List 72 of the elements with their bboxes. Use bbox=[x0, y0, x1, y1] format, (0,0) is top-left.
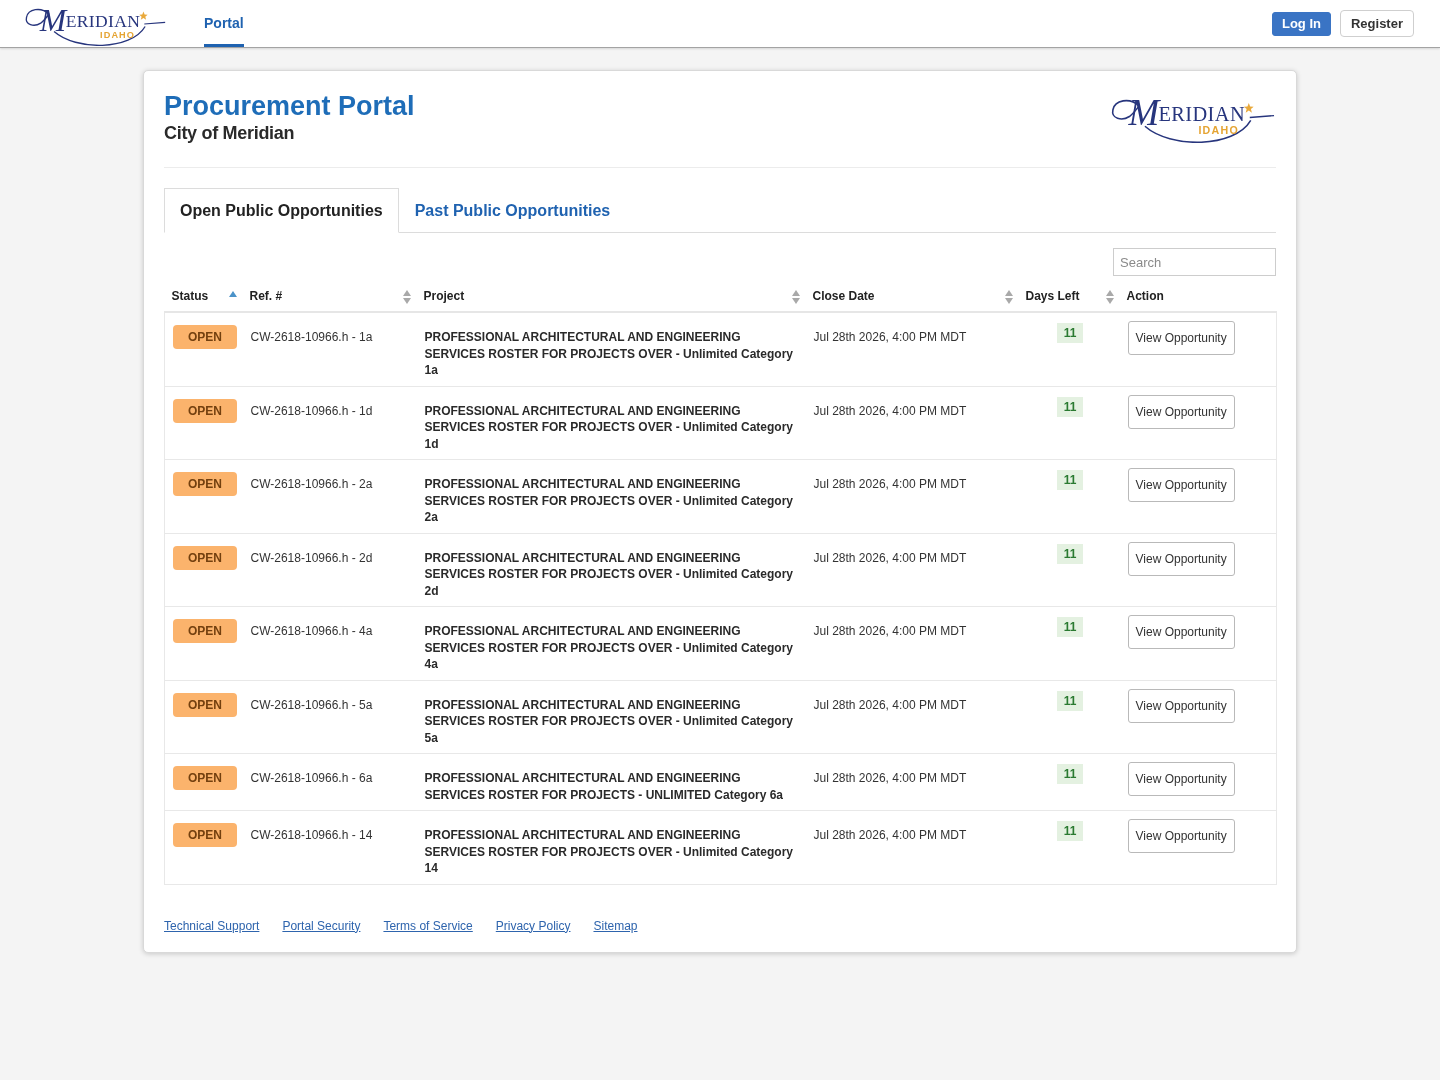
column-header[interactable]: Close Date bbox=[812, 289, 875, 304]
status-badge: OPEN bbox=[173, 398, 237, 423]
column-header[interactable]: Days Left bbox=[1025, 289, 1080, 304]
project-name: PROFESSIONAL ARCHITECTURAL AND ENGINEERING SERVICES ROSTER FOR PROJECTS - UNLIMITED Category 6a bbox=[424, 771, 783, 802]
page-title: Procurement Portal bbox=[164, 90, 415, 122]
project-name: PROFESSIONAL ARCHITECTURAL AND ENGINEERING SERVICES ROSTER FOR PROJECTS OVER - Unlimited Category 2a bbox=[424, 477, 793, 524]
days-left-badge: 11 bbox=[1056, 396, 1084, 417]
sort-icon[interactable] bbox=[791, 289, 800, 304]
project-name: PROFESSIONAL ARCHITECTURAL AND ENGINEERING SERVICES ROSTER FOR PROJECTS OVER - Unlimited Category 1d bbox=[424, 403, 793, 451]
reference-number: CW-2618-10966.h - 4a bbox=[250, 624, 373, 638]
register-button[interactable]: Register bbox=[1339, 10, 1414, 37]
footer-link[interactable]: Portal Security bbox=[282, 918, 361, 934]
status-badge: OPEN bbox=[173, 692, 237, 717]
view-opportunity-button[interactable]: View Opportunity bbox=[1127, 819, 1235, 853]
footer-link[interactable]: Sitemap bbox=[593, 918, 638, 934]
days-left-badge: 11 bbox=[1056, 821, 1084, 841]
status-badge: OPEN bbox=[173, 325, 237, 349]
close-date: Jul 28th 2026, 4:00 PM MDT bbox=[813, 828, 967, 842]
reference-number: CW-2618-10966.h - 14 bbox=[250, 828, 373, 842]
tab[interactable]: Open Public Opportunities bbox=[164, 188, 399, 233]
project-name: PROFESSIONAL ARCHITECTURAL AND ENGINEERING SERVICES ROSTER FOR PROJECTS OVER - Unlimited Category 5a bbox=[424, 697, 793, 745]
view-opportunity-button[interactable]: View Opportunity bbox=[1127, 688, 1235, 723]
project-name: PROFESSIONAL ARCHITECTURAL AND ENGINEERING SERVICES ROSTER FOR PROJECTS OVER - Unlimited Category 1a bbox=[424, 330, 793, 377]
view-opportunity-button[interactable]: View Opportunity bbox=[1127, 468, 1235, 502]
login-button[interactable]: Log In bbox=[1271, 11, 1331, 36]
sort-ascending-icon[interactable] bbox=[228, 290, 237, 297]
close-date: Jul 28th 2026, 4:00 PM MDT bbox=[813, 697, 967, 712]
column-header: Action bbox=[1126, 289, 1164, 304]
sort-icon[interactable] bbox=[402, 289, 411, 304]
footer-link[interactable]: Terms of Service bbox=[383, 918, 473, 934]
reference-number: CW-2618-10966.h - 1a bbox=[250, 330, 373, 344]
view-opportunity-button[interactable]: View Opportunity bbox=[1127, 762, 1235, 796]
nav-link[interactable]: Portal bbox=[204, 0, 244, 47]
view-opportunity-button[interactable]: View Opportunity bbox=[1127, 541, 1235, 576]
sort-icon[interactable] bbox=[1105, 289, 1114, 304]
close-date: Jul 28th 2026, 4:00 PM MDT bbox=[813, 403, 967, 418]
status-badge: OPEN bbox=[173, 823, 237, 847]
status-badge: OPEN bbox=[173, 766, 237, 790]
reference-number: CW-2618-10966.h - 2d bbox=[250, 550, 373, 565]
days-left-badge: 11 bbox=[1056, 323, 1084, 343]
project-name: PROFESSIONAL ARCHITECTURAL AND ENGINEERING SERVICES ROSTER FOR PROJECTS OVER - Unlimited Category 14 bbox=[424, 828, 793, 875]
footer-link[interactable]: Privacy Policy bbox=[495, 918, 571, 934]
status-badge: OPEN bbox=[173, 545, 237, 570]
days-left-badge: 11 bbox=[1056, 690, 1084, 711]
reference-number: CW-2618-10966.h - 1d bbox=[250, 403, 373, 418]
view-opportunity-button[interactable]: View Opportunity bbox=[1127, 615, 1235, 649]
reference-number: CW-2618-10966.h - 5a bbox=[250, 697, 373, 712]
days-left-badge: 11 bbox=[1056, 617, 1084, 637]
status-badge: OPEN bbox=[173, 472, 237, 496]
search-field[interactable]: Search bbox=[1113, 248, 1276, 276]
footer-link[interactable]: Technical Support bbox=[164, 918, 260, 934]
close-date: Jul 28th 2026, 4:00 PM MDT bbox=[813, 624, 967, 638]
days-left-badge: 11 bbox=[1056, 470, 1084, 490]
reference-number: CW-2618-10966.h - 6a bbox=[250, 771, 373, 785]
close-date: Jul 28th 2026, 4:00 PM MDT bbox=[813, 550, 967, 565]
tab[interactable]: Past Public Opportunities bbox=[398, 188, 627, 233]
close-date: Jul 28th 2026, 4:00 PM MDT bbox=[813, 477, 967, 491]
view-opportunity-button[interactable]: View Opportunity bbox=[1127, 321, 1235, 355]
project-name: PROFESSIONAL ARCHITECTURAL AND ENGINEERING SERVICES ROSTER FOR PROJECTS OVER - Unlimited Category 2d bbox=[424, 550, 793, 598]
status-badge: OPEN bbox=[173, 619, 237, 643]
project-name: PROFESSIONAL ARCHITECTURAL AND ENGINEERING SERVICES ROSTER FOR PROJECTS OVER - Unlimited Category 4a bbox=[424, 624, 793, 671]
close-date: Jul 28th 2026, 4:00 PM MDT bbox=[813, 771, 967, 785]
column-header[interactable]: Status bbox=[171, 289, 209, 304]
page-subtitle: City of Meridian bbox=[164, 122, 296, 144]
sort-icon[interactable] bbox=[1004, 289, 1013, 304]
close-date: Jul 28th 2026, 4:00 PM MDT bbox=[813, 330, 967, 344]
reference-number: CW-2618-10966.h - 2a bbox=[250, 477, 373, 491]
days-left-badge: 11 bbox=[1056, 543, 1084, 564]
column-header[interactable]: Project bbox=[423, 289, 465, 304]
view-opportunity-button[interactable]: View Opportunity bbox=[1127, 394, 1235, 429]
days-left-badge: 11 bbox=[1056, 764, 1084, 784]
column-header[interactable]: Ref. # bbox=[249, 289, 283, 304]
